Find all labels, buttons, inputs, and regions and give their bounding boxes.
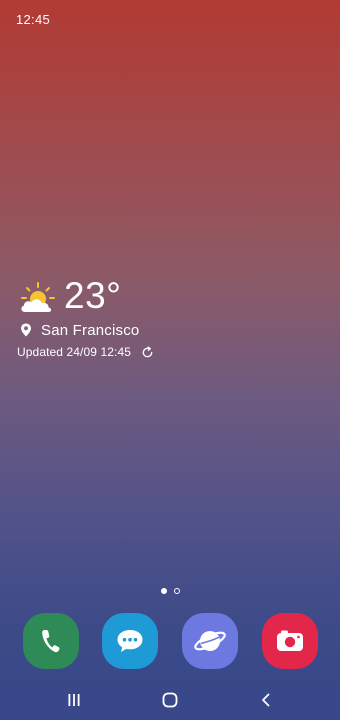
back-icon — [262, 693, 270, 707]
weather-widget[interactable]: 23° San Francisco Updated 24/09 12:45 — [16, 275, 236, 366]
internet-icon — [194, 631, 226, 651]
recents-button[interactable] — [64, 690, 84, 710]
camera-app[interactable] — [262, 613, 318, 669]
page-dot-2[interactable] — [173, 588, 180, 594]
location-pin-icon — [21, 323, 31, 337]
home-button[interactable] — [160, 690, 180, 710]
location-name: San Francisco — [41, 321, 140, 339]
updated-text: Updated 24/09 12:45 — [17, 345, 131, 359]
camera-icon — [277, 630, 303, 651]
internet-app[interactable] — [182, 613, 238, 669]
home-icon — [162, 692, 178, 708]
temperature: 23° — [64, 275, 122, 316]
phone-icon — [42, 630, 60, 653]
page-indicator — [0, 588, 340, 594]
messages-app[interactable] — [102, 613, 158, 669]
location-row: San Francisco — [20, 320, 139, 340]
app-dock — [0, 613, 340, 669]
recents-icon — [68, 694, 80, 706]
phone-app[interactable] — [23, 613, 79, 669]
partly-cloudy-icon — [21, 282, 55, 312]
status-bar: 12:45 — [0, 0, 340, 40]
back-button[interactable] — [256, 690, 276, 710]
messages-icon — [117, 630, 143, 652]
status-time: 12:45 — [16, 12, 51, 27]
updated-row: Updated 24/09 12:45 — [17, 344, 154, 360]
page-dot-1[interactable] — [160, 588, 167, 594]
refresh-icon[interactable] — [141, 345, 154, 359]
navigation-bar — [0, 680, 340, 720]
